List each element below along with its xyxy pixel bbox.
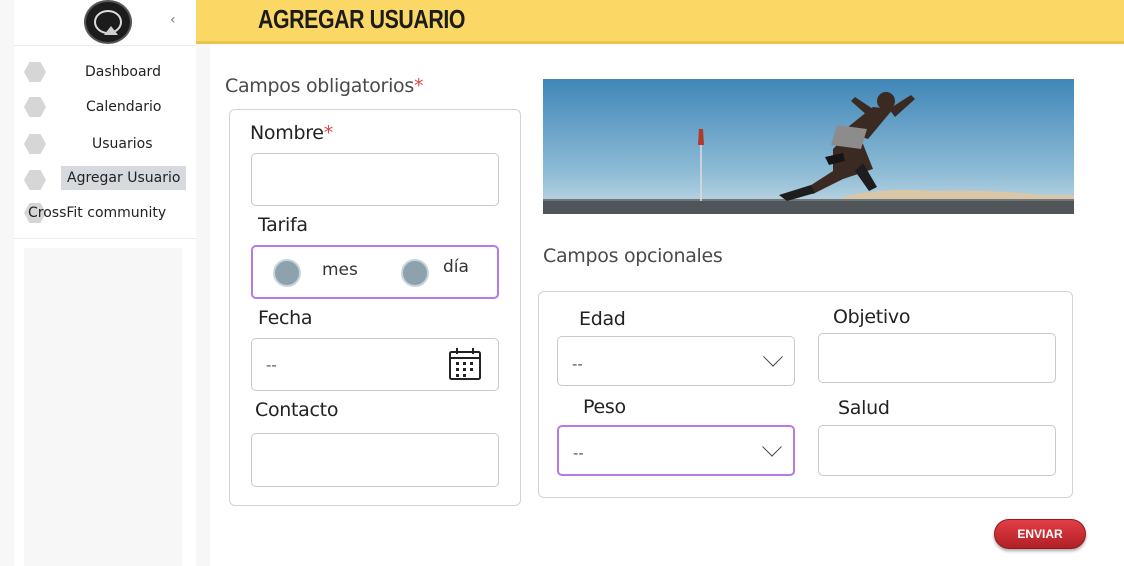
required-asterisk: *: [323, 122, 334, 144]
hexagon-icon: [24, 170, 46, 190]
nombre-field[interactable]: [251, 153, 499, 206]
edad-label: Edad: [579, 308, 626, 330]
sidebar-item-dashboard[interactable]: Dashboard: [14, 58, 196, 86]
peso-value: --: [573, 444, 584, 463]
sidebar-edge: [0, 0, 14, 566]
sidebar-item-usuarios[interactable]: Usuarios: [14, 130, 196, 158]
sidebar-item-label: Calendario: [86, 99, 162, 115]
sidebar-item-label: Dashboard: [85, 64, 161, 80]
enviar-button[interactable]: ENVIAR: [994, 519, 1086, 549]
fecha-field[interactable]: --: [251, 338, 499, 391]
sidebar-divider: [14, 238, 196, 239]
chevron-down-icon: [762, 436, 782, 457]
contacto-field[interactable]: [251, 433, 499, 487]
salud-label: Salud: [838, 397, 890, 419]
objetivo-field[interactable]: [818, 333, 1056, 383]
optional-fields-card: Edad -- Objetivo Peso -- Salud: [538, 291, 1073, 498]
page-title: AGREGAR USUARIO: [258, 4, 466, 34]
edad-value: --: [572, 354, 583, 373]
fecha-value: --: [266, 355, 277, 374]
sidebar-header: ‹: [14, 0, 196, 46]
required-fields-card: Nombre* Tarifa mes día Fecha -- Contacto: [229, 109, 521, 506]
edad-select[interactable]: --: [557, 336, 795, 386]
content-gutter: [196, 44, 210, 566]
sidebar-item-agregar-usuario[interactable]: Agregar Usuario: [14, 166, 196, 194]
sidebar-item-label: Usuarios: [92, 136, 153, 152]
required-section-title: Campos obligatorios*: [225, 75, 424, 97]
optional-section-title: Campos opcionales: [543, 245, 723, 267]
fecha-label: Fecha: [258, 307, 313, 329]
sidebar-item-label: CrossFit community: [28, 205, 167, 221]
tarifa-label: Tarifa: [258, 214, 308, 236]
tarifa-dia-radio[interactable]: [401, 259, 429, 287]
hexagon-icon: [24, 134, 46, 154]
tarifa-mes-radio[interactable]: [273, 259, 301, 287]
calendar-icon[interactable]: [448, 347, 482, 381]
hexagon-icon: [24, 62, 46, 82]
required-asterisk: *: [413, 75, 424, 97]
tarifa-mes-label: mes: [322, 260, 358, 280]
peso-label: Peso: [583, 396, 626, 418]
sidebar-item-label: Agregar Usuario: [61, 166, 187, 190]
sidebar-item-calendario[interactable]: Calendario: [14, 93, 196, 121]
tarifa-radio-group: mes día: [251, 245, 499, 299]
crossfit-logo[interactable]: [84, 0, 132, 44]
peso-select[interactable]: --: [557, 425, 795, 476]
objetivo-label: Objetivo: [833, 306, 911, 328]
salud-field[interactable]: [818, 425, 1056, 476]
page-header: AGREGAR USUARIO: [196, 0, 1124, 44]
hexagon-icon: [24, 97, 46, 117]
chevron-down-icon: [763, 346, 783, 367]
contacto-label: Contacto: [255, 399, 339, 421]
collapse-sidebar-icon[interactable]: ‹: [170, 12, 176, 28]
tarifa-dia-label: día: [443, 257, 469, 277]
sidebar-item-crossfit-community[interactable]: CrossFit community: [14, 199, 196, 227]
sidebar-panel: [24, 248, 182, 566]
sidebar: ‹ Dashboard Calendario Usuarios Agregar …: [0, 0, 196, 566]
athlete-hero-image: [543, 79, 1074, 214]
nombre-label: Nombre*: [250, 122, 333, 144]
